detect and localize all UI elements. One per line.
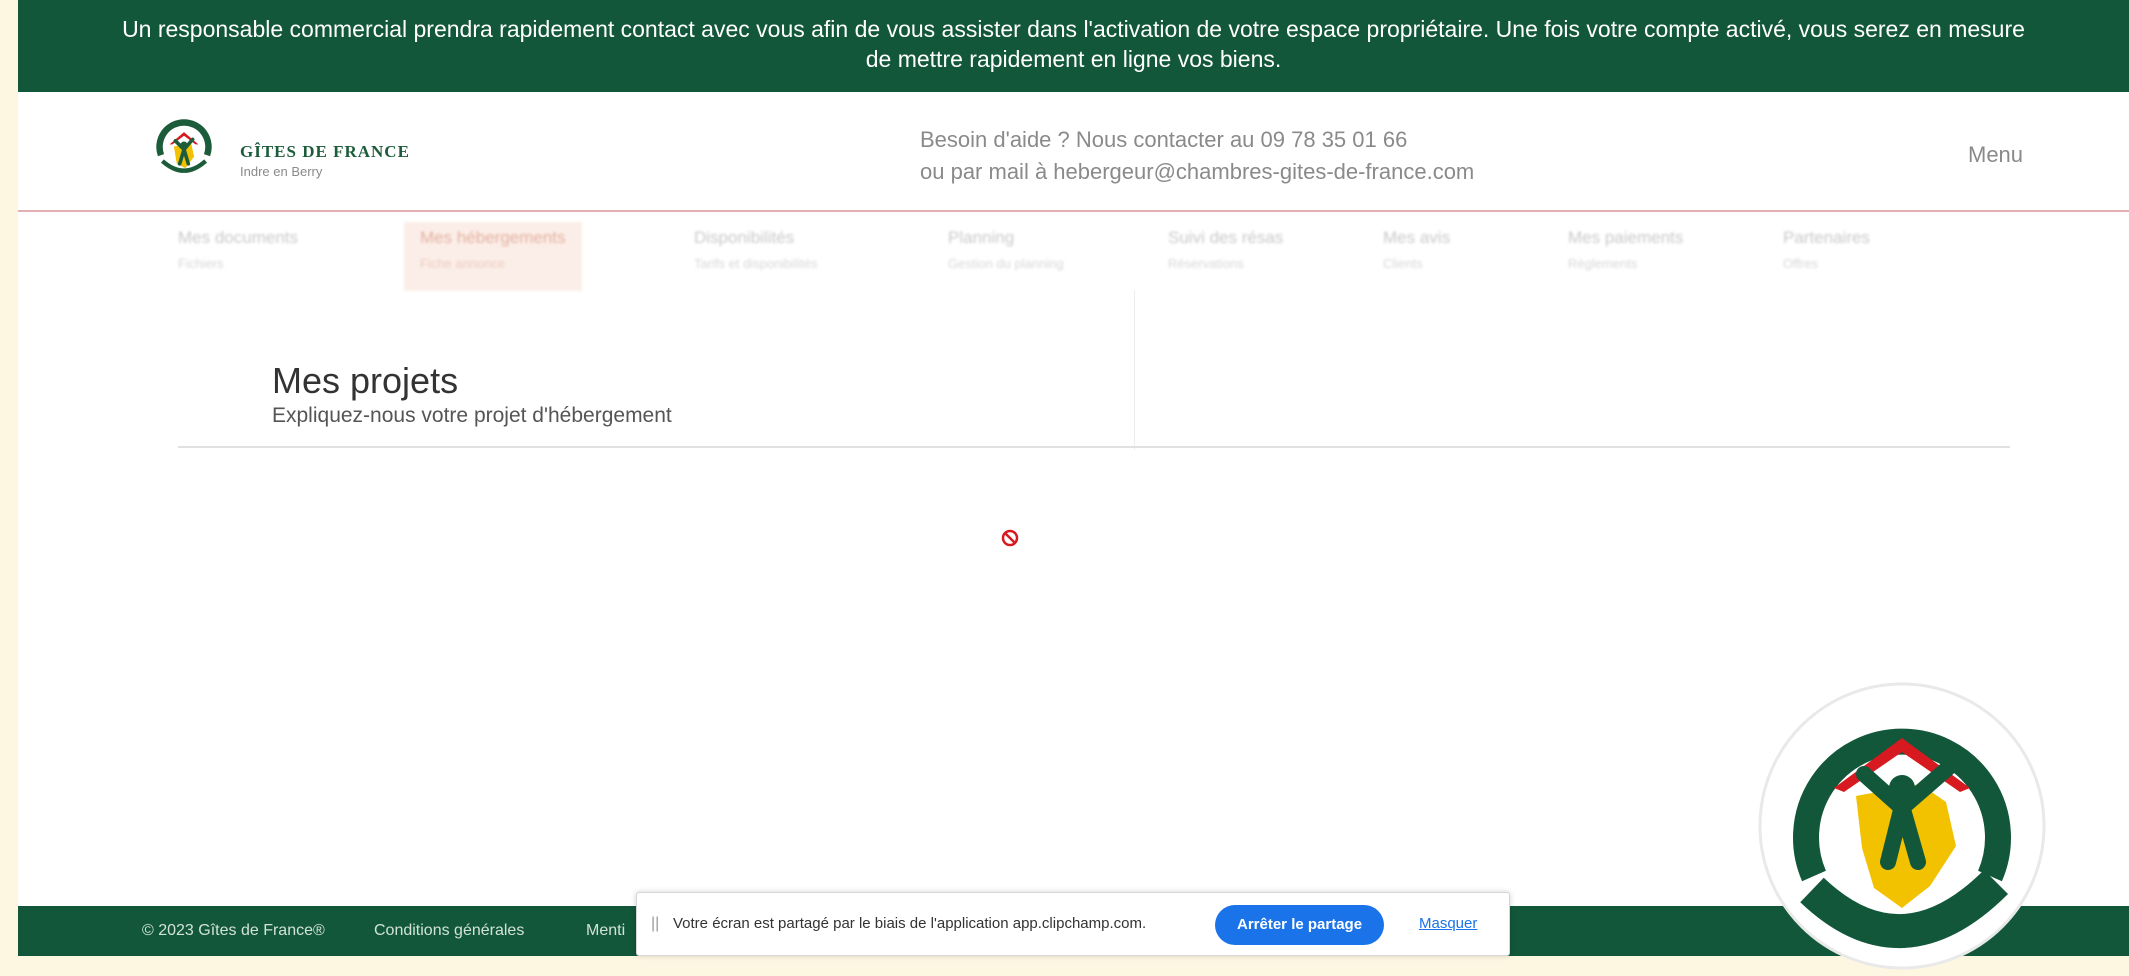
help-email[interactable]: ou par mail à hebergeur@chambres-gites-d… bbox=[920, 156, 1474, 188]
nav-item-suivi-resas[interactable]: Suivi des résas Réservations bbox=[1168, 228, 1283, 271]
nav-item-sub: Fiche annonce bbox=[420, 256, 506, 271]
stop-sharing-button[interactable]: Arrêter le partage bbox=[1215, 905, 1385, 945]
brand-name: GÎTES DE FRANCE bbox=[240, 142, 410, 161]
nav-item-label: Suivi des résas bbox=[1168, 228, 1284, 247]
nav-item-sub: Fichiers bbox=[178, 256, 224, 271]
share-message: Votre écran est partagé par le biais de … bbox=[673, 915, 1147, 932]
page-subtitle: Expliquez-nous votre projet d'hébergemen… bbox=[272, 404, 672, 427]
loading-spinner-icon bbox=[1001, 529, 1019, 547]
footer-mentions-link[interactable]: Menti bbox=[586, 922, 625, 940]
section-divider bbox=[178, 446, 2010, 448]
main-nav: Mes documents Fichiers Mes hébergements … bbox=[18, 212, 2129, 312]
gites-de-france-logo bbox=[1758, 682, 2046, 970]
footer-copyright: © 2023 Gîtes de France® bbox=[142, 922, 325, 939]
footer-conditions-link[interactable]: Conditions générales bbox=[374, 922, 524, 940]
nav-item-label: Mes documents bbox=[178, 228, 298, 247]
nav-item-label: Mes hébergements bbox=[420, 228, 566, 247]
screen-share-bar: || Votre écran est partagé par le biais … bbox=[636, 892, 1510, 956]
nav-item-sub: Règlements bbox=[1568, 256, 1638, 271]
nav-item-avis[interactable]: Mes avis Clients bbox=[1383, 228, 1450, 271]
content-separator bbox=[1134, 290, 1135, 450]
nav-item-label: Mes paiements bbox=[1568, 228, 1684, 247]
activation-banner: Un responsable commercial prendra rapide… bbox=[18, 0, 2129, 92]
nav-item-documents[interactable]: Mes documents Fichiers bbox=[178, 228, 298, 271]
nav-item-label: Partenaires bbox=[1783, 228, 1870, 247]
nav-item-hebergements[interactable]: Mes hébergements Fiche annonce bbox=[404, 222, 582, 291]
nav-item-planning[interactable]: Planning Gestion du planning bbox=[948, 228, 1064, 271]
nav-item-disponibilites[interactable]: Disponibilités Tarifs et disponibilités bbox=[694, 228, 818, 271]
brand-region: Indre en Berry bbox=[240, 164, 323, 179]
menu-button[interactable]: Menu bbox=[1968, 142, 2023, 168]
nav-item-partenaires[interactable]: Partenaires Offres bbox=[1783, 228, 1870, 271]
hide-share-bar-link[interactable]: Masquer bbox=[1419, 915, 1477, 932]
gites-logo-small[interactable] bbox=[148, 112, 220, 184]
brand-block: GÎTES DE FRANCE Indre en Berry bbox=[240, 142, 410, 179]
help-phone[interactable]: Besoin d'aide ? Nous contacter au 09 78 … bbox=[920, 124, 1474, 156]
nav-item-sub: Gestion du planning bbox=[948, 256, 1064, 271]
nav-item-sub: Tarifs et disponibilités bbox=[694, 256, 818, 271]
nav-item-sub: Réservations bbox=[1168, 256, 1244, 271]
banner-line-2: de mettre rapidement en ligne vos biens. bbox=[865, 46, 1282, 72]
banner-line-1: Un responsable commercial prendra rapide… bbox=[122, 16, 2025, 42]
page-title: Mes projets bbox=[272, 360, 459, 401]
nav-item-label: Planning bbox=[948, 228, 1015, 247]
nav-item-paiements[interactable]: Mes paiements Règlements bbox=[1568, 228, 1683, 271]
drag-handle-icon[interactable]: || bbox=[651, 915, 659, 933]
nav-item-label: Mes avis bbox=[1383, 228, 1451, 247]
site-header: GÎTES DE FRANCE Indre en Berry Besoin d'… bbox=[18, 92, 2129, 212]
nav-item-sub: Clients bbox=[1383, 256, 1423, 271]
nav-item-sub: Offres bbox=[1783, 256, 1819, 271]
nav-item-label: Disponibilités bbox=[694, 228, 795, 247]
help-contact: Besoin d'aide ? Nous contacter au 09 78 … bbox=[920, 124, 1474, 188]
